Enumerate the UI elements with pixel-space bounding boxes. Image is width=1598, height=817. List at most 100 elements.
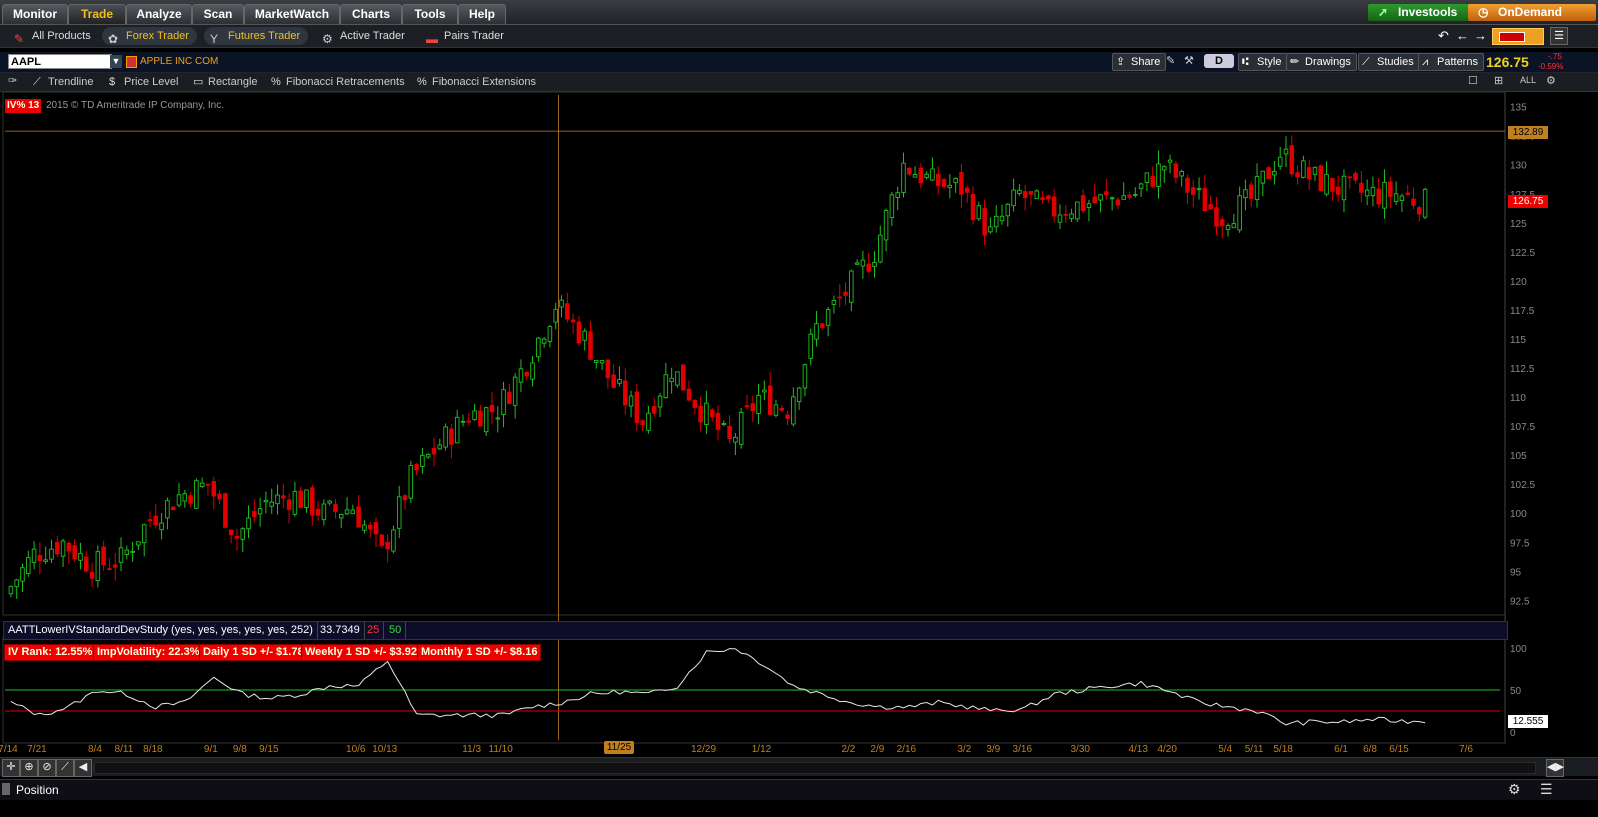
- all-products-icon: ✎: [14, 32, 25, 46]
- candle-down: [820, 323, 825, 328]
- candle-up: [339, 514, 344, 519]
- list-menu-icon[interactable]: ☰: [1540, 781, 1553, 798]
- study-tick-label: 50: [1510, 686, 1522, 697]
- symbol-toolbar: ▼ APPLE INC COM ⇪ Share ✎ ⚒ D ⑆ Style ✏ …: [0, 52, 1598, 73]
- share-button[interactable]: ⇪ Share: [1112, 53, 1167, 71]
- tab-analyze[interactable]: Analyze: [126, 4, 192, 24]
- single-layout-icon[interactable]: ☐: [1468, 74, 1478, 87]
- candle-up: [1243, 189, 1248, 199]
- date-tick-label: 6/8: [1363, 744, 1377, 755]
- candle-down: [55, 541, 60, 555]
- scroll-right-icon[interactable]: ◀▶: [1546, 759, 1564, 777]
- candle-down: [1051, 196, 1057, 217]
- candle-up: [420, 454, 425, 467]
- style-brush-icon[interactable]: ✎: [1166, 54, 1175, 67]
- ondemand-button[interactable]: ◷ OnDemand: [1468, 4, 1596, 21]
- style-button[interactable]: ⑆ Style: [1238, 53, 1288, 71]
- date-tick-label: 4/13: [1128, 744, 1148, 755]
- settings-gear-icon[interactable]: ⚙: [1546, 74, 1556, 87]
- subtab-label: All Products: [32, 30, 91, 42]
- fibonacci-retracements-tool[interactable]: % Fibonacci Retracements: [268, 74, 405, 90]
- back-arrow-icon[interactable]: ←: [1456, 28, 1469, 43]
- study-high-threshold: 50: [385, 622, 407, 639]
- all-layout-icon[interactable]: ALL: [1520, 75, 1536, 85]
- candle-up: [304, 489, 309, 508]
- candle-up: [60, 540, 66, 557]
- date-tick-label: 9/8: [233, 744, 247, 755]
- candle-up: [883, 210, 889, 241]
- grid-layout-icon[interactable]: ⊞: [1494, 74, 1503, 87]
- tab-marketwatch[interactable]: MarketWatch: [244, 4, 340, 24]
- aggregation-button[interactable]: D: [1204, 54, 1234, 68]
- zoom-out-icon[interactable]: ⊘: [38, 759, 56, 777]
- subtab-active-trader[interactable]: ⚙ Active Trader: [316, 27, 413, 46]
- candle-up: [460, 420, 466, 423]
- candle-down: [205, 483, 211, 486]
- fibonacci-extensions-tool[interactable]: % Fibonacci Extensions: [414, 74, 536, 90]
- studies-button[interactable]: ⟋ Studies: [1358, 53, 1420, 71]
- draw-line-icon[interactable]: ⟋: [56, 759, 74, 777]
- tab-help[interactable]: Help: [458, 4, 506, 24]
- layout-selector[interactable]: [1492, 28, 1544, 45]
- tab-trade[interactable]: Trade: [68, 4, 126, 24]
- tab-monitor[interactable]: Monitor: [2, 4, 68, 24]
- candle-up: [1364, 189, 1370, 197]
- candle-up: [825, 309, 831, 326]
- candle-up: [327, 500, 332, 504]
- wrench-icon[interactable]: ⚒: [1184, 54, 1194, 67]
- tab-charts[interactable]: Charts: [340, 4, 402, 24]
- candle-up: [1109, 197, 1115, 200]
- candle-up: [396, 496, 402, 529]
- date-tick-label: 5/18: [1273, 744, 1293, 755]
- candle-up: [141, 524, 147, 544]
- forward-arrow-icon[interactable]: →: [1474, 28, 1487, 43]
- candle-down: [623, 380, 628, 406]
- candle-down: [1359, 182, 1364, 193]
- settings-icon[interactable]: ⚙: [1508, 781, 1521, 798]
- subtab-pairs-trader[interactable]: ▬ Pairs Trader: [420, 27, 512, 46]
- subtab-forex-trader[interactable]: ✿ Forex Trader: [102, 27, 197, 46]
- candle-up: [1005, 203, 1011, 217]
- price-level-tool[interactable]: $ Price Level: [106, 74, 178, 90]
- symbol-input[interactable]: [8, 54, 112, 69]
- tab-tools[interactable]: Tools: [402, 4, 458, 24]
- ondemand-clock-icon: ◷: [1478, 5, 1489, 19]
- trendline-tool[interactable]: ⟋ Trendline: [30, 74, 93, 90]
- tab-scan[interactable]: Scan: [192, 4, 244, 24]
- subtab-futures-trader[interactable]: Y Futures Trader: [204, 27, 309, 46]
- zoom-in-icon[interactable]: ⊕: [20, 759, 38, 777]
- candle-down: [89, 571, 95, 579]
- position-label[interactable]: Position: [16, 783, 59, 797]
- rectangle-tool[interactable]: ▭ Rectangle: [190, 74, 258, 90]
- symbol-dropdown-icon[interactable]: ▼: [110, 55, 122, 68]
- scroll-left-icon[interactable]: ◀: [74, 759, 92, 777]
- subtab-all-products[interactable]: ✎ All Products: [8, 27, 99, 46]
- candle-up: [547, 326, 553, 342]
- share-icon: ⇪: [1116, 56, 1126, 68]
- candle-down: [478, 410, 483, 427]
- expand-icon[interactable]: [2, 783, 10, 795]
- candle-up: [721, 423, 727, 425]
- pairs-icon: ▬: [426, 32, 438, 46]
- crosshair-tool-icon[interactable]: ✛: [2, 759, 20, 777]
- drawings-button[interactable]: ✏ Drawings: [1286, 53, 1357, 71]
- investools-label: Investools: [1398, 5, 1458, 19]
- undo-icon[interactable]: ↶: [1438, 28, 1449, 44]
- candle-down: [1202, 188, 1208, 211]
- candle-down: [918, 167, 924, 184]
- candle-up: [495, 417, 501, 420]
- study-name[interactable]: AATTLowerIVStandardDevStudy (yes, yes, y…: [4, 622, 318, 639]
- horizontal-scrollbar[interactable]: [94, 762, 1536, 774]
- imp-volatility-label: ImpVolatility: 22.3%: [93, 644, 204, 661]
- candle-down: [1104, 191, 1109, 195]
- price-tick-label: 107.5: [1510, 422, 1535, 433]
- pin-icon[interactable]: ✑: [8, 74, 17, 87]
- symbol-link-icon[interactable]: [126, 56, 137, 68]
- date-tick-label: 10/6: [346, 744, 366, 755]
- patterns-button[interactable]: ⩘ Patterns: [1418, 53, 1484, 71]
- candle-up: [802, 364, 808, 389]
- candle-down: [1376, 188, 1381, 205]
- menu-icon[interactable]: ☰: [1550, 27, 1568, 45]
- candle-up: [20, 567, 25, 582]
- price-tick-label: 117.5: [1510, 306, 1535, 317]
